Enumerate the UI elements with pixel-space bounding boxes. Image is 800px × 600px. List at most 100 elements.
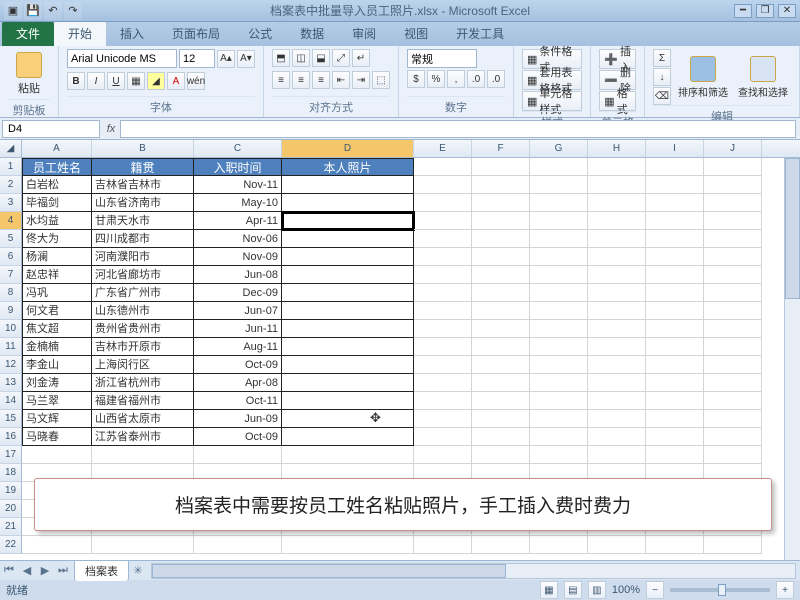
zoom-slider[interactable] bbox=[670, 588, 770, 592]
cell[interactable]: 本人照片 bbox=[282, 158, 414, 176]
tab-file[interactable]: 文件 bbox=[2, 21, 54, 46]
cell[interactable] bbox=[414, 428, 472, 446]
cell[interactable]: 毕福剑 bbox=[22, 194, 92, 212]
cell[interactable] bbox=[472, 428, 530, 446]
cell[interactable]: 吉林省吉林市 bbox=[92, 176, 194, 194]
cell[interactable] bbox=[472, 248, 530, 266]
cell[interactable]: 水均益 bbox=[22, 212, 92, 230]
autosum-icon[interactable]: Σ bbox=[653, 49, 671, 67]
decrease-decimal-icon[interactable]: .0 bbox=[487, 70, 505, 88]
row-header[interactable]: 9 bbox=[0, 302, 22, 320]
cell-styles-button[interactable]: ▦单元格样式 bbox=[522, 91, 582, 111]
cell[interactable]: 白岩松 bbox=[22, 176, 92, 194]
fill-color-button[interactable]: ◢ bbox=[147, 72, 165, 90]
col-G[interactable]: G bbox=[530, 140, 588, 157]
cell[interactable] bbox=[282, 212, 414, 230]
cell[interactable] bbox=[414, 320, 472, 338]
cell[interactable] bbox=[282, 536, 414, 554]
row-header[interactable]: 19 bbox=[0, 482, 22, 500]
cell[interactable]: 福建省福州市 bbox=[92, 392, 194, 410]
cell[interactable]: May-10 bbox=[194, 194, 282, 212]
cell[interactable] bbox=[414, 356, 472, 374]
cell[interactable] bbox=[704, 410, 762, 428]
font-size-select[interactable] bbox=[179, 49, 215, 68]
cell[interactable]: Oct-11 bbox=[194, 392, 282, 410]
row-header[interactable]: 13 bbox=[0, 374, 22, 392]
tab-data[interactable]: 数据 bbox=[286, 21, 338, 46]
cell[interactable] bbox=[530, 410, 588, 428]
cell[interactable] bbox=[588, 410, 646, 428]
cell[interactable]: Nov-06 bbox=[194, 230, 282, 248]
col-F[interactable]: F bbox=[472, 140, 530, 157]
row-header[interactable]: 15 bbox=[0, 410, 22, 428]
cell[interactable]: 金楠楠 bbox=[22, 338, 92, 356]
cell[interactable]: 河南濮阳市 bbox=[92, 248, 194, 266]
cell[interactable] bbox=[282, 248, 414, 266]
row-header[interactable]: 11 bbox=[0, 338, 22, 356]
cell[interactable] bbox=[704, 194, 762, 212]
cell[interactable] bbox=[646, 320, 704, 338]
cell[interactable] bbox=[472, 302, 530, 320]
worksheet-grid[interactable]: ◢ A B C D E F G H I J 1员工姓名籍贯入职时间本人照片2白岩… bbox=[0, 140, 800, 560]
cell[interactable] bbox=[530, 338, 588, 356]
cell[interactable]: 马晓春 bbox=[22, 428, 92, 446]
row-header[interactable]: 14 bbox=[0, 392, 22, 410]
cell[interactable] bbox=[646, 338, 704, 356]
zoom-in-icon[interactable]: + bbox=[776, 581, 794, 599]
cell[interactable] bbox=[588, 536, 646, 554]
align-middle-icon[interactable]: ◫ bbox=[292, 49, 310, 67]
cell[interactable]: 马兰翠 bbox=[22, 392, 92, 410]
close-button[interactable]: ✕ bbox=[778, 4, 796, 18]
cell[interactable] bbox=[588, 212, 646, 230]
font-color-button[interactable]: A bbox=[167, 72, 185, 90]
cell[interactable]: 杨澜 bbox=[22, 248, 92, 266]
cell[interactable] bbox=[588, 302, 646, 320]
cell[interactable]: 贵州省贵州市 bbox=[92, 320, 194, 338]
cell[interactable]: Jun-08 bbox=[194, 266, 282, 284]
cell[interactable] bbox=[704, 374, 762, 392]
cell[interactable] bbox=[704, 392, 762, 410]
v-scroll-thumb[interactable] bbox=[785, 158, 800, 299]
cell[interactable] bbox=[530, 446, 588, 464]
fill-icon[interactable]: ↓ bbox=[653, 68, 671, 86]
shrink-font-icon[interactable]: A▾ bbox=[237, 50, 255, 68]
cell[interactable] bbox=[704, 338, 762, 356]
font-name-select[interactable] bbox=[67, 49, 177, 68]
row-header[interactable]: 12 bbox=[0, 356, 22, 374]
h-scroll-thumb[interactable] bbox=[152, 564, 506, 578]
cell[interactable]: Dec-09 bbox=[194, 284, 282, 302]
vertical-scrollbar[interactable] bbox=[784, 158, 800, 560]
cell[interactable] bbox=[472, 356, 530, 374]
new-sheet-icon[interactable]: ✳ bbox=[129, 562, 147, 580]
sort-filter-button[interactable]: 排序和筛选 bbox=[675, 52, 731, 102]
cell[interactable] bbox=[704, 248, 762, 266]
cell[interactable] bbox=[414, 194, 472, 212]
cell[interactable]: Jun-07 bbox=[194, 302, 282, 320]
cell[interactable] bbox=[530, 176, 588, 194]
underline-button[interactable]: U bbox=[107, 72, 125, 90]
cell[interactable] bbox=[704, 428, 762, 446]
cell[interactable] bbox=[588, 194, 646, 212]
cell[interactable]: Nov-09 bbox=[194, 248, 282, 266]
cell[interactable] bbox=[646, 248, 704, 266]
cell[interactable] bbox=[282, 446, 414, 464]
cell[interactable] bbox=[414, 266, 472, 284]
cell[interactable] bbox=[646, 158, 704, 176]
col-I[interactable]: I bbox=[646, 140, 704, 157]
sheet-nav-first-icon[interactable]: ⏮ bbox=[0, 562, 18, 580]
cell[interactable] bbox=[472, 392, 530, 410]
cell[interactable]: 赵忠祥 bbox=[22, 266, 92, 284]
cell[interactable] bbox=[704, 446, 762, 464]
cell[interactable]: Oct-09 bbox=[194, 428, 282, 446]
minimize-button[interactable]: ━ bbox=[734, 4, 752, 18]
cell[interactable] bbox=[646, 392, 704, 410]
col-B[interactable]: B bbox=[92, 140, 194, 157]
cell[interactable]: 山东德州市 bbox=[92, 302, 194, 320]
cell[interactable] bbox=[472, 194, 530, 212]
cell[interactable] bbox=[472, 266, 530, 284]
cell[interactable]: 何文君 bbox=[22, 302, 92, 320]
cell[interactable] bbox=[530, 302, 588, 320]
cell[interactable] bbox=[588, 284, 646, 302]
horizontal-scrollbar[interactable] bbox=[151, 563, 796, 579]
cell[interactable]: 四川成都市 bbox=[92, 230, 194, 248]
